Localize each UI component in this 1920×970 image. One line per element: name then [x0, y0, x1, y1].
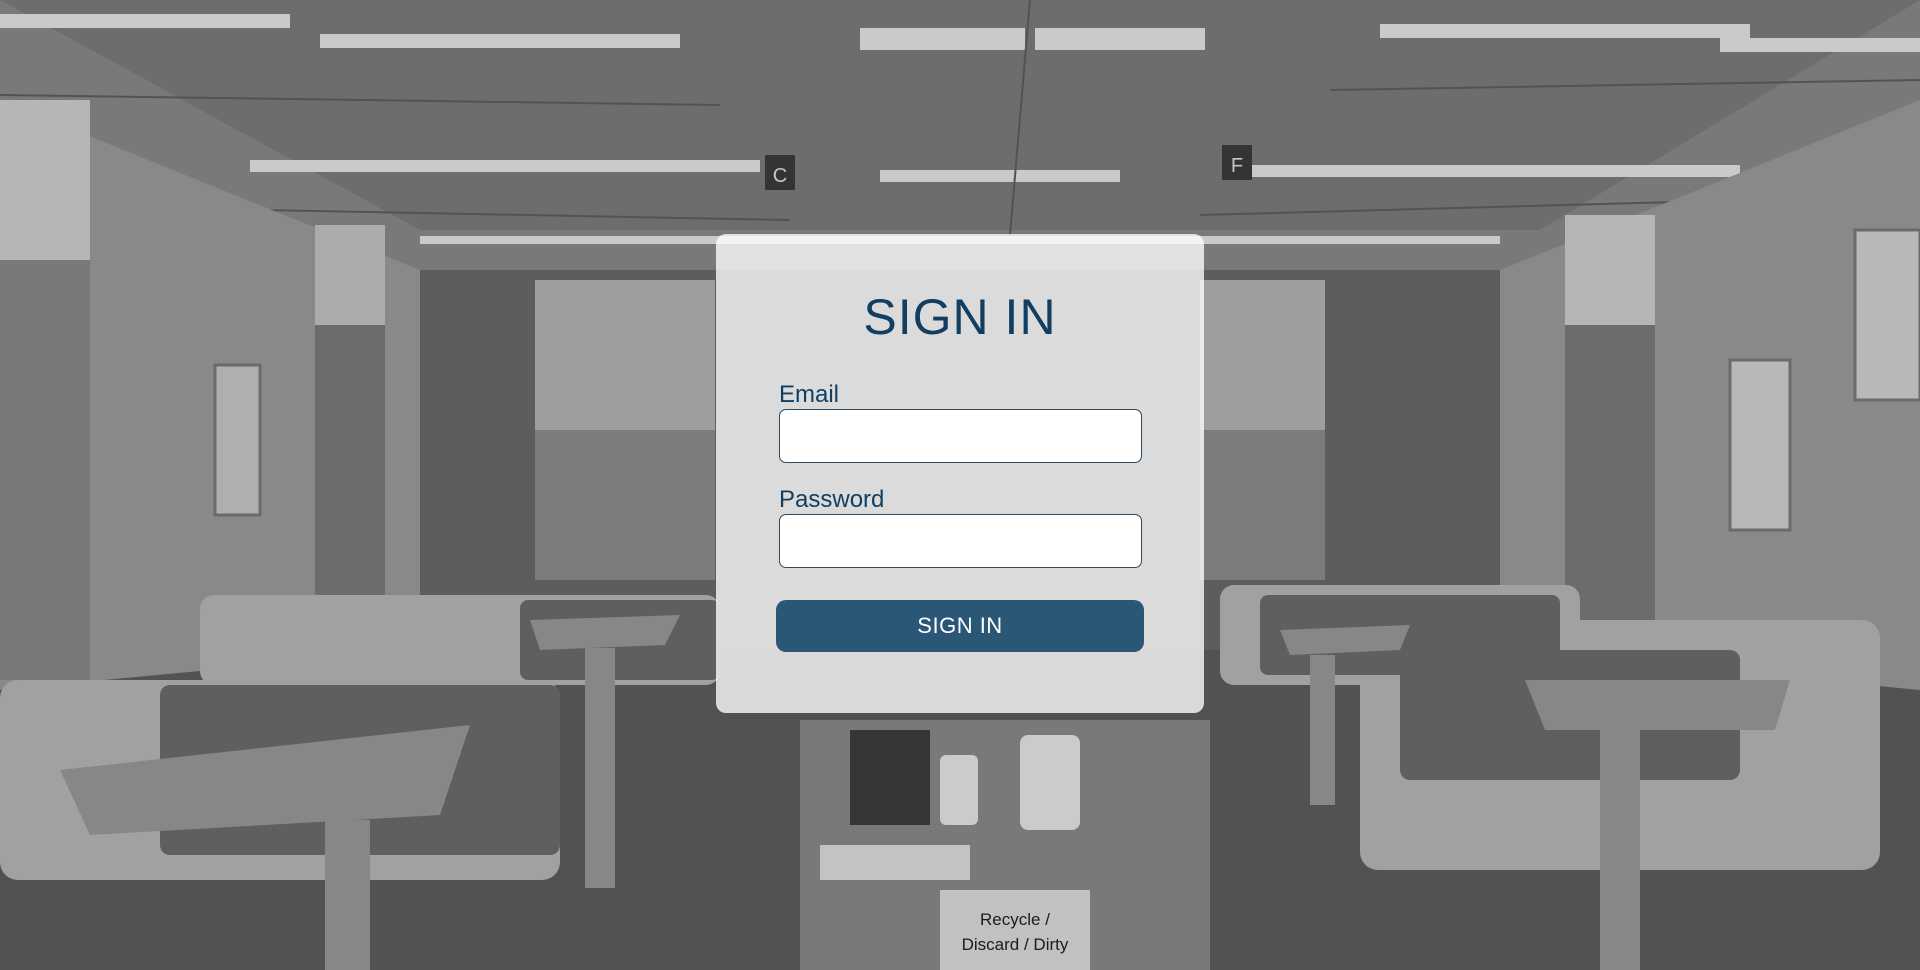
sign-in-card: SIGN IN Email Password SIGN IN	[716, 234, 1204, 713]
email-label: Email	[779, 381, 840, 408]
email-field[interactable]	[779, 409, 1142, 463]
page-title: SIGN IN	[863, 289, 1057, 345]
password-field[interactable]	[779, 514, 1142, 568]
password-label: Password	[779, 486, 885, 513]
sign-in-button[interactable]: SIGN IN	[776, 600, 1144, 652]
